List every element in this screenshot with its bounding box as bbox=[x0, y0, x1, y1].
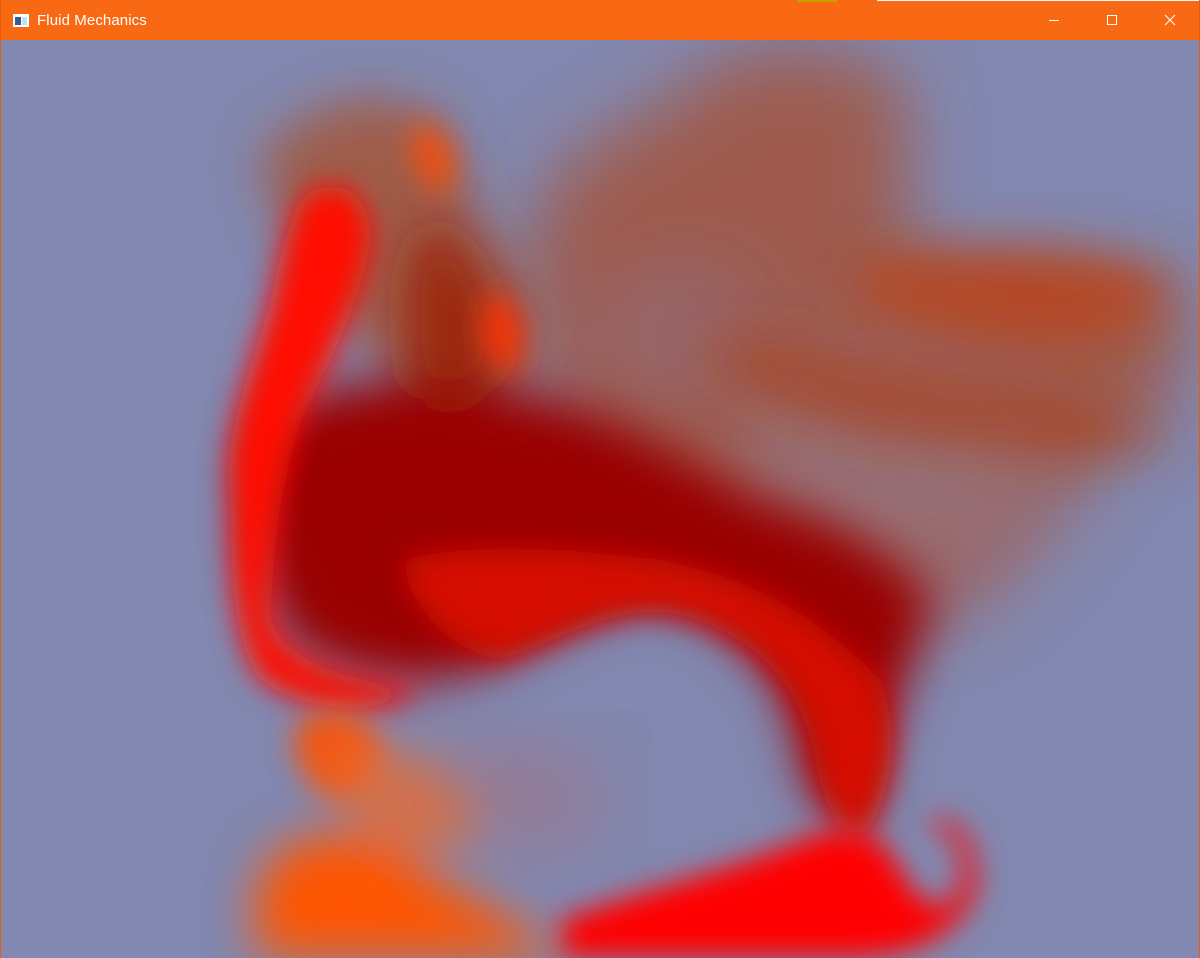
fluid-simulation-canvas[interactable] bbox=[1, 40, 1199, 958]
taskbar-sliver bbox=[797, 0, 837, 2]
close-button[interactable] bbox=[1141, 0, 1199, 40]
window-controls bbox=[1025, 0, 1199, 40]
minimize-button[interactable] bbox=[1025, 0, 1083, 40]
app-window: Fluid Mechanics bbox=[0, 0, 1200, 958]
maximize-button[interactable] bbox=[1083, 0, 1141, 40]
minimize-icon bbox=[1049, 20, 1059, 21]
window-title: Fluid Mechanics bbox=[37, 11, 147, 29]
app-icon bbox=[13, 13, 29, 27]
maximize-icon bbox=[1107, 15, 1117, 25]
fluid-render bbox=[1, 40, 1199, 958]
title-bar[interactable]: Fluid Mechanics bbox=[1, 0, 1199, 40]
close-icon bbox=[1164, 14, 1176, 26]
